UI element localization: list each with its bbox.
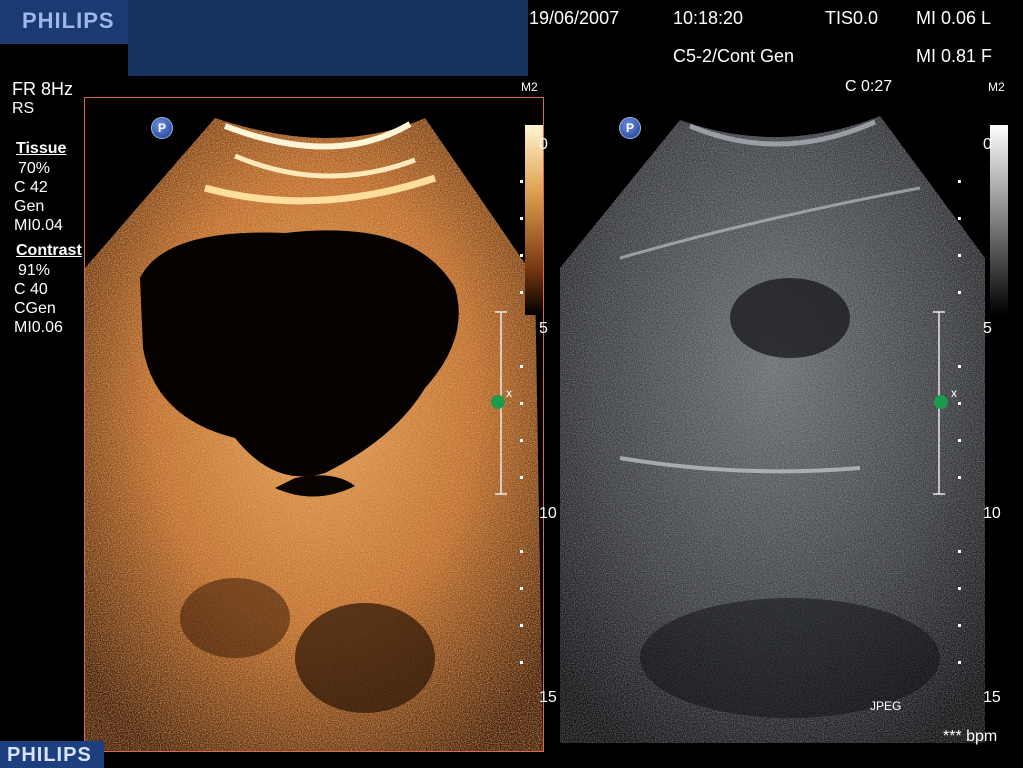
contrast-scale-top: 0 [539,136,548,153]
bmode-scale-top: 0 [983,136,992,153]
contrast-map-label: M2 [521,80,538,94]
tissue-heading: Tissue [16,140,67,157]
tis-readout: TIS0.0 [825,8,879,28]
rs-label: RS [12,100,35,117]
bmode-map-label: M2 [988,80,1005,94]
brand-logo-bottom: PHILIPS [0,741,104,768]
mi-right-readout: MI 0.81 F [916,46,993,66]
bmode-ultrasound-image [560,116,985,743]
contrast-depth-5: 5 [539,320,548,337]
tissue-percent: 70% [18,160,51,177]
contrast-compression: C 40 [14,281,48,298]
brand-text-bottom: PHILIPS [7,744,92,766]
bmode-depth-10: 10 [983,505,1001,522]
contrast-mode: CGen [14,300,56,317]
contrast-depth-10: 10 [539,505,557,522]
bmode-focus-marker: x [951,386,957,400]
exam-time: 10:18:20 [673,8,744,28]
tissue-mode: Gen [14,198,45,215]
contrast-percent: 91% [18,262,51,279]
contrast-probe-orientation-icon: P [151,117,173,139]
bmode-focus-dot[interactable] [934,395,948,409]
tissue-mi: MI0.04 [14,217,63,234]
contrast-focus-marker: x [506,386,512,400]
header-panel [128,0,528,76]
top-bar: PHILIPS 19/06/2007 10:18:20 TIS0.0 MI 0.… [0,0,1023,76]
contrast-mi: MI0.06 [14,319,63,336]
bmode-depth-15: 15 [983,689,1001,706]
brand-logo-top: PHILIPS [0,0,128,44]
bmode-probe-orientation-icon: P [619,117,641,139]
heart-rate-readout: *** bpm [943,728,998,745]
image-format-label: JPEG [870,699,902,713]
bmode-grayscale-bar [990,125,1008,315]
tissue-compression: C 42 [14,179,48,196]
mi-left-readout: MI 0.06 L [916,8,992,28]
exam-date: 19/06/2007 [529,8,620,28]
bmode-depth-5: 5 [983,320,992,337]
contrast-depth-15: 15 [539,689,557,706]
contrast-ultrasound-image [85,118,543,751]
frame-rate: FR 8Hz [12,79,74,99]
contrast-focus-dot[interactable] [491,395,505,409]
cine-timer: C 0:27 [845,78,893,95]
brand-text-top: PHILIPS [22,8,115,33]
contrast-heading: Contrast [16,242,82,259]
probe-preset: C5-2/Cont Gen [673,46,795,66]
